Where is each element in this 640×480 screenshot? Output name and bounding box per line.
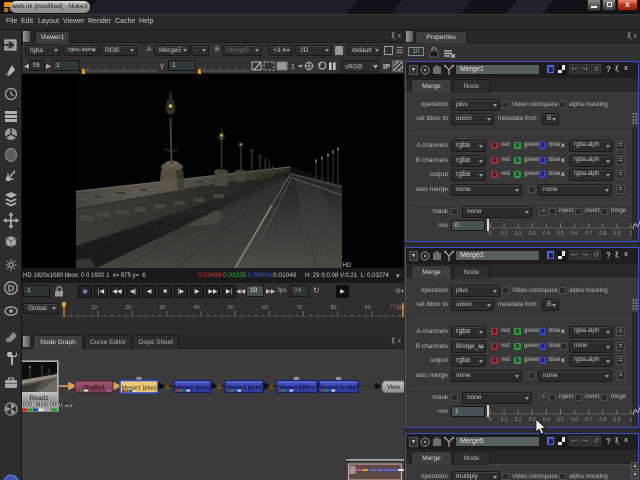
svg-text:IP: IP — [383, 62, 390, 71]
svg-text:0.1: 0.1 — [501, 231, 508, 236]
svg-text:Read1: Read1 — [29, 395, 49, 402]
svg-text:0.1: 0.1 — [501, 417, 508, 422]
svg-text:80: 80 — [330, 305, 336, 311]
svg-text:10: 10 — [91, 305, 97, 311]
svg-text:20: 20 — [125, 305, 131, 311]
svg-text:B: B — [269, 385, 273, 391]
svg-text:70: 70 — [296, 305, 302, 311]
svg-text:0: 0 — [489, 231, 492, 236]
svg-text:0.2: 0.2 — [515, 417, 522, 422]
svg-text:0.2: 0.2 — [515, 231, 522, 236]
svg-text:0.7: 0.7 — [585, 231, 592, 236]
svg-text:0.7: 0.7 — [585, 417, 592, 422]
svg-text:0.9: 0.9 — [613, 231, 620, 236]
svg-text:60: 60 — [262, 305, 268, 311]
svg-text:0.5: 0.5 — [557, 231, 564, 236]
svg-text:sRGB: sRGB — [345, 64, 362, 71]
svg-text:0.9: 0.9 — [613, 417, 620, 422]
svg-text:1: 1 — [630, 231, 633, 236]
svg-text:50: 50 — [228, 305, 234, 311]
svg-text:90: 90 — [365, 305, 371, 311]
svg-text:0.4: 0.4 — [543, 231, 550, 236]
svg-text:0: 0 — [489, 417, 492, 422]
svg-text:1: 1 — [291, 64, 295, 71]
svg-text:D: D — [8, 284, 15, 294]
svg-text:B: B — [165, 385, 169, 391]
svg-text:0.8: 0.8 — [599, 231, 606, 236]
svg-text:0.6: 0.6 — [571, 417, 578, 422]
svg-text:0.3: 0.3 — [529, 231, 536, 236]
svg-text:View: View — [387, 385, 401, 391]
svg-text:1: 1 — [630, 417, 633, 422]
svg-text:0.6: 0.6 — [571, 231, 578, 236]
svg-text:B: B — [217, 385, 221, 391]
svg-text:020_Main.0001.exr: 020_Main.0001.exr — [23, 403, 73, 409]
svg-text:0.8: 0.8 — [599, 417, 606, 422]
svg-text:0.5: 0.5 — [557, 417, 564, 422]
svg-text:101: 101 — [390, 304, 399, 310]
svg-text:40: 40 — [194, 305, 200, 311]
svg-text:30: 30 — [159, 305, 165, 311]
